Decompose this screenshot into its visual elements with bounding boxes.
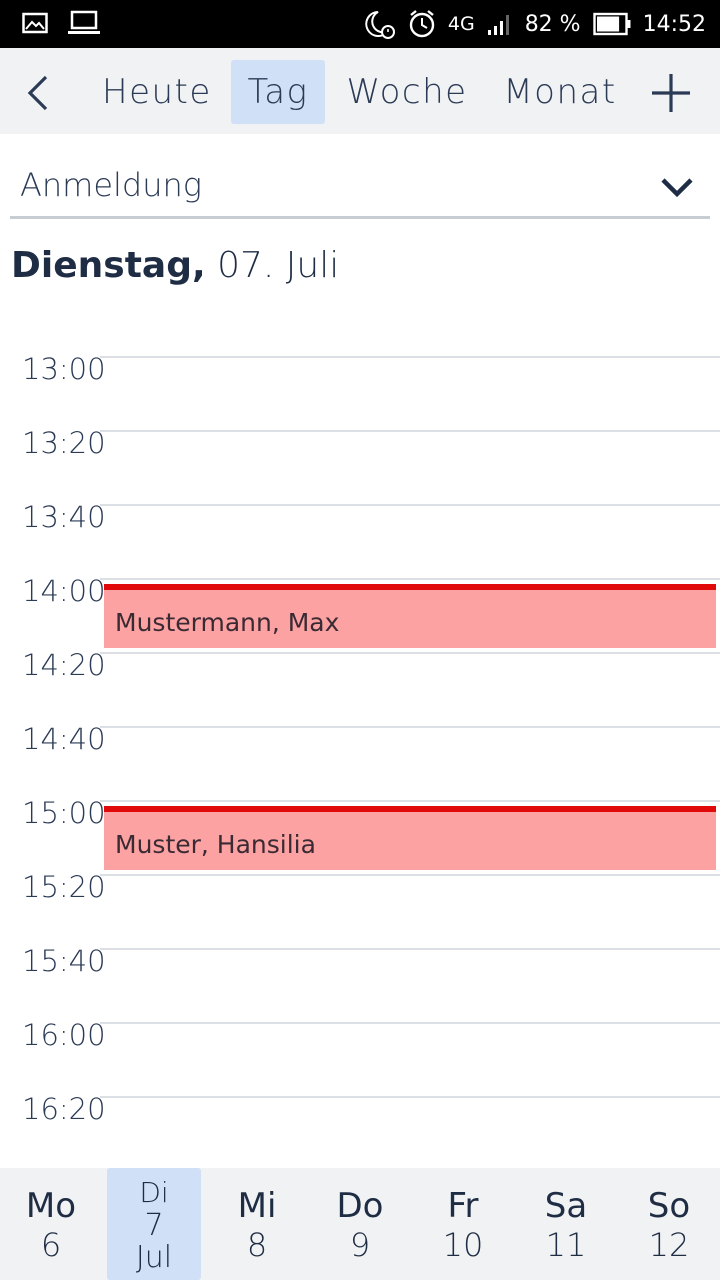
week-day-name: Sa [544,1186,588,1226]
alarm-icon [409,10,435,38]
appointment-title: Mustermann, Max [115,608,340,637]
network-type: 4G [447,13,475,35]
moon-alarm-icon [365,11,395,39]
timeslot-label: 15:00 [22,796,106,830]
date-day-month: 07. Juli [217,245,340,286]
week-day-number: 6 [40,1226,62,1264]
week-day-name: Fr [447,1186,479,1226]
date-weekday: Dienstag, [11,245,206,286]
week-day-do[interactable]: Do 9 [313,1168,407,1280]
clock: 14:52 [642,11,706,37]
week-day-number: 10 [442,1226,484,1264]
tab-week[interactable]: Woche [345,60,469,124]
week-day-di[interactable]: Di 7 Jul [107,1168,201,1280]
appointment-title: Muster, Hansilia [115,830,316,859]
appointment-event[interactable]: Mustermann, Max [104,584,716,648]
timeslot-line [100,726,720,728]
week-day-name: Mo [25,1186,77,1226]
timeslot-line [100,800,720,802]
week-day-name: So [647,1186,691,1226]
image-icon [22,12,48,34]
timeslot-line [100,1096,720,1098]
signal-icon [487,15,509,35]
week-day-number: 9 [349,1226,371,1264]
timeslot-line [100,430,720,432]
timeslot-line [100,504,720,506]
timeslot-label: 16:20 [22,1092,106,1126]
week-day-number: 11 [545,1226,587,1264]
timeslot-label: 13:20 [22,426,106,460]
week-day-fr[interactable]: Fr 10 [416,1168,510,1280]
page-title: Dienstag, 07. Juli [11,245,339,286]
week-day-so[interactable]: So 12 [622,1168,716,1280]
day-grid[interactable]: 13:00 13:20 13:40 14:00 14:20 14:40 15:00 15:20… [0,330,720,1160]
timeslot-label: 16:00 [22,1018,106,1052]
status-left-icons [22,10,100,36]
timeslot-label: 15:20 [22,870,106,904]
timeslot-label: 13:00 [22,352,106,386]
tab-day[interactable]: Tag [231,60,325,124]
today-button[interactable]: Heute [102,60,210,124]
add-icon[interactable] [650,72,692,114]
timeslot-label: 15:40 [22,944,106,978]
timeslot-label: 13:40 [22,500,106,534]
timeslot-line [100,874,720,876]
week-day-sa[interactable]: Sa 11 [519,1168,613,1280]
view-toolbar: Heute Tag Woche Monat [0,48,720,134]
timeslot-label: 14:20 [22,648,106,682]
timeslot-label: 14:00 [22,574,106,608]
timeslot-line [100,1022,720,1024]
appointment-event[interactable]: Muster, Hansilia [104,806,716,870]
timeslot-line [100,948,720,950]
week-day-name: Mi [237,1186,277,1226]
week-day-number: 8 [246,1226,268,1264]
battery-icon [592,12,631,36]
week-day-month: Jul [135,1240,173,1275]
status-bar: 4G 82 % 14:52 [0,0,720,48]
week-day-number: 7 [144,1208,164,1243]
chevron-down-icon [661,178,693,198]
week-day-mo[interactable]: Mo 6 [4,1168,98,1280]
back-arrow-icon[interactable] [22,74,56,112]
laptop-icon [68,10,100,34]
week-day-name: Di [139,1176,169,1209]
tab-month[interactable]: Monat [503,60,617,124]
calendar-select-value: Anmeldung [20,166,202,204]
calendar-select[interactable]: Anmeldung [10,160,710,219]
battery-percent: 82 % [524,11,581,37]
week-day-number: 12 [648,1226,690,1264]
timeslot-label: 14:40 [22,722,106,756]
timeslot-line [100,652,720,654]
timeslot-line [100,356,720,358]
timeslot-line [100,578,720,580]
week-day-name: Do [336,1186,384,1226]
status-right: 4G 82 % 14:52 [362,8,706,40]
week-strip: Mo 6 Di 7 Jul Mi 8 Do 9 Fr 10 Sa 11 So 12 [0,1168,720,1280]
week-day-mi[interactable]: Mi 8 [210,1168,304,1280]
